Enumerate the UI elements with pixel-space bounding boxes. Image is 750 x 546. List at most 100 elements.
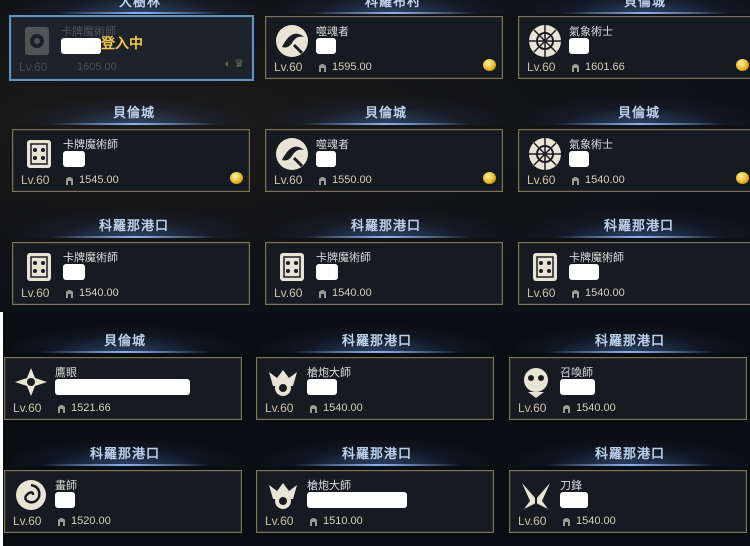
character-card[interactable]: 氣象術士 Lv.60 1540.00 xyxy=(518,129,750,192)
character-card[interactable]: 槍炮大師 Lv.60 1510.00 xyxy=(256,470,494,533)
character-card[interactable]: 鷹眼 Lv.60 1521.66 xyxy=(4,357,242,420)
class-label: 卡牌魔術師 xyxy=(63,139,118,151)
redacted-name xyxy=(316,151,336,167)
location-label: 科羅布村 xyxy=(364,0,421,9)
level-label: Lv.60 xyxy=(527,60,556,74)
character-card[interactable]: 畫師 Lv.60 1520.00 xyxy=(4,470,242,533)
level-label: Lv.60 xyxy=(21,173,50,187)
location-header: 科羅那港口 xyxy=(14,210,254,238)
character-card[interactable]: 噬魂者 Lv.60 1595.00 xyxy=(265,16,503,79)
location-label: 科羅那港口 xyxy=(341,332,412,348)
coin-icon xyxy=(736,172,749,184)
card-master-emblem xyxy=(19,23,55,59)
character-card[interactable]: 卡牌魔術師 Lv.60 1540.00 xyxy=(265,242,503,305)
character-card[interactable]: 噬魂者 Lv.60 1550.00 xyxy=(265,129,503,192)
location-label: 貝倫城 xyxy=(617,104,660,120)
redacted-name xyxy=(61,38,101,54)
character-card[interactable]: 卡牌魔術師 Lv.60 1540.00 xyxy=(12,242,250,305)
sharpshooter-emblem xyxy=(13,364,49,400)
level-label: Lv.60 xyxy=(527,286,556,300)
class-label: 鷹眼 xyxy=(55,367,77,379)
item-level: 1595.00 xyxy=(332,61,372,73)
item-level: 1520.00 xyxy=(71,515,111,527)
level-label: Lv.60 xyxy=(21,286,50,300)
coin-icon xyxy=(736,59,749,71)
location-header: 科羅布村 xyxy=(273,0,513,14)
character-card[interactable]: 槍炮大師 Lv.60 1540.00 xyxy=(256,357,494,420)
class-label: 噬魂者 xyxy=(316,139,349,151)
item-level: 1540.00 xyxy=(585,287,625,299)
artillerist-emblem xyxy=(265,477,301,513)
class-label: 卡牌魔術師 xyxy=(316,252,371,264)
logged-in-status: 登入中 xyxy=(101,35,143,51)
artist-emblem xyxy=(13,477,49,513)
level-label: Lv.60 xyxy=(274,286,303,300)
character-card[interactable]: 刀鋒 Lv.60 1540.00 xyxy=(509,470,747,533)
item-level: 1605.00 xyxy=(77,61,117,73)
helmet-icon xyxy=(571,175,580,186)
item-level: 1540.00 xyxy=(576,515,616,527)
item-level: 1540.00 xyxy=(323,402,363,414)
character-card[interactable]: 卡牌魔術師 Lv.60 1545.00 xyxy=(12,129,250,192)
redacted-name xyxy=(63,151,85,167)
location-header: 貝倫城 xyxy=(14,97,254,125)
item-level: 1540.00 xyxy=(79,287,119,299)
class-label: 槍炮大師 xyxy=(307,367,351,379)
status-icons: ◐ ♛ xyxy=(224,58,244,70)
character-card[interactable]: 召喚師 Lv.60 1540.00 xyxy=(509,357,747,420)
location-label: 科羅那港口 xyxy=(341,445,412,461)
location-header: 貝倫城 xyxy=(5,325,245,353)
level-label: Lv.60 xyxy=(13,401,42,415)
location-label: 科羅那港口 xyxy=(89,445,160,461)
card-master-emblem xyxy=(274,249,310,285)
character-card[interactable]: 卡牌魔術師 Lv.60 1540.00 xyxy=(518,242,750,305)
location-label: 貝倫城 xyxy=(623,0,666,9)
level-label: Lv.60 xyxy=(265,514,294,528)
redacted-name xyxy=(569,151,589,167)
character-card-selected[interactable]: 卡牌魔術師 登入中 Lv.60 1605.00 ◐ ♛ xyxy=(9,15,254,81)
helmet-icon xyxy=(562,516,571,527)
level-label: Lv.60 xyxy=(265,401,294,415)
location-label: 科羅那港口 xyxy=(350,217,421,233)
helmet-icon xyxy=(318,175,327,186)
location-header: 科羅那港口 xyxy=(510,438,750,466)
redacted-name xyxy=(316,264,338,280)
redacted-name xyxy=(63,264,85,280)
level-label: Lv.60 xyxy=(13,514,42,528)
location-label: 科羅那港口 xyxy=(594,332,665,348)
redacted-name xyxy=(316,38,336,54)
card-master-emblem xyxy=(21,249,57,285)
class-label: 卡牌魔術師 xyxy=(569,252,624,264)
item-level: 1510.00 xyxy=(323,515,363,527)
location-label: 貝倫城 xyxy=(112,104,155,120)
helmet-icon xyxy=(318,62,327,73)
deathblade-emblem xyxy=(518,477,554,513)
level-label: Lv.60 xyxy=(274,173,303,187)
location-header: 貝倫城 xyxy=(519,97,750,125)
helmet-icon xyxy=(562,403,571,414)
redacted-name xyxy=(560,492,588,508)
class-label: 召喚師 xyxy=(560,367,593,379)
coin-icon xyxy=(230,172,243,184)
card-master-emblem xyxy=(527,249,563,285)
redacted-name xyxy=(307,492,407,508)
location-header: 科羅那港口 xyxy=(519,210,750,238)
class-label: 卡牌魔術師 xyxy=(63,252,118,264)
item-level: 1550.00 xyxy=(332,174,372,186)
class-label: 氣象術士 xyxy=(569,26,613,38)
reaper-emblem xyxy=(274,23,310,59)
character-card[interactable]: 氣象術士 Lv.60 1601.66 xyxy=(518,16,750,79)
level-label: Lv.60 xyxy=(19,60,48,74)
item-level: 1521.66 xyxy=(71,402,111,414)
location-label: 貝倫城 xyxy=(364,104,407,120)
item-level: 1540.00 xyxy=(585,174,625,186)
location-label: 貝倫城 xyxy=(103,332,146,348)
helmet-icon xyxy=(57,516,66,527)
location-header: 科羅那港口 xyxy=(257,438,497,466)
redacted-name xyxy=(55,379,190,395)
coin-icon xyxy=(483,59,496,71)
helmet-icon xyxy=(309,403,318,414)
coin-icon xyxy=(483,172,496,184)
helmet-icon xyxy=(65,288,74,299)
level-label: Lv.60 xyxy=(527,173,556,187)
